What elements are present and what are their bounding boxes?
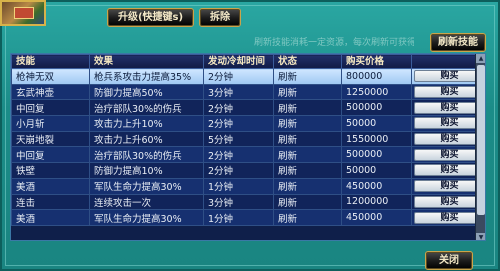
- header-effect: 效果: [89, 54, 204, 69]
- table-row[interactable]: 中回复 治疗部队30%的伤兵 2分钟 刷新 500000 购买: [11, 99, 485, 117]
- skill-name-cell: 枪神无双: [11, 68, 90, 85]
- scroll-down-arrow-icon[interactable]: ▼: [476, 233, 485, 240]
- skill-name-cell: 连击: [11, 193, 90, 211]
- remove-button[interactable]: 拆除: [199, 8, 241, 27]
- table-row[interactable]: 铁壁 防御力提高10% 2分钟 刷新 50000 购买: [11, 162, 485, 179]
- effect-cell: 防御力提高50%: [89, 83, 204, 101]
- refresh-hint-text: 刷新技能消耗一定资源，每次刷新可获得新技能: [254, 38, 414, 48]
- cooldown-cell: 2分钟: [203, 162, 274, 179]
- price-cell: 1250000: [341, 83, 412, 101]
- price-cell: 1200000: [341, 193, 412, 211]
- skill-table-panel: 技能 效果 发动冷却时间 状态 购买价格 枪神无双 枪兵系攻击力提高35% 2分钟刷…: [10, 53, 486, 241]
- skill-name-cell: 天崩地裂: [11, 130, 90, 148]
- table-scrollbar[interactable]: ▲ ▼: [475, 54, 485, 240]
- close-button[interactable]: 关闭: [425, 251, 473, 270]
- table-row[interactable]: 美酒 军队生命力提高30% 1分钟 刷新 450000 购买: [11, 209, 485, 226]
- header-status: 状态: [273, 54, 342, 69]
- cooldown-cell: 2分钟: [203, 68, 274, 85]
- effect-cell: 治疗部队30%的伤兵: [89, 99, 204, 117]
- effect-cell: 军队生命力提高30%: [89, 177, 204, 195]
- status-cell: 刷新: [273, 177, 342, 195]
- table-row[interactable]: 小月斩 攻击力上升10% 2分钟 刷新 50000 购买: [11, 115, 485, 132]
- cooldown-cell: 2分钟: [203, 146, 274, 164]
- table-row[interactable]: 玄武神壶 防御力提高50% 3分钟 刷新 1250000 购买: [11, 83, 485, 101]
- status-cell: 刷新: [273, 146, 342, 164]
- skill-name-cell: 中回复: [11, 99, 90, 117]
- price-cell: 50000: [341, 162, 412, 179]
- header-cooldown: 发动冷却时间: [203, 54, 274, 69]
- cooldown-cell: 5分钟: [203, 130, 274, 148]
- effect-cell: 军队生命力提高30%: [89, 209, 204, 226]
- cooldown-cell: 3分钟: [203, 193, 274, 211]
- price-cell: 450000: [341, 177, 412, 195]
- status-cell: 刷新: [273, 209, 342, 226]
- table-row[interactable]: 中回复 治疗部队30%的伤兵 2分钟 刷新 500000 购买: [11, 146, 485, 164]
- skill-name-cell: 美酒: [11, 177, 90, 195]
- status-cell: 刷新: [273, 193, 342, 211]
- status-cell: 刷新: [273, 83, 342, 101]
- status-cell: 刷新: [273, 130, 342, 148]
- cooldown-cell: 1分钟: [203, 177, 274, 195]
- header-skill: 技能: [11, 54, 90, 69]
- status-cell: 刷新: [273, 115, 342, 132]
- status-cell: 刷新: [273, 162, 342, 179]
- table-row[interactable]: 枪神无双 枪兵系攻击力提高35% 2分钟 刷新 800000 购买: [11, 68, 485, 85]
- effect-cell: 治疗部队30%的伤兵: [89, 146, 204, 164]
- refresh-skills-button[interactable]: 刷新技能: [430, 33, 486, 52]
- skill-name-cell: 小月斩: [11, 115, 90, 132]
- upgrade-button[interactable]: 升级(快捷键s): [107, 8, 194, 27]
- effect-cell: 枪兵系攻击力提高35%: [89, 68, 204, 85]
- effect-cell: 防御力提高10%: [89, 162, 204, 179]
- table-row[interactable]: 天崩地裂 攻击力上升60% 5分钟 刷新 1550000 购买: [11, 130, 485, 148]
- cooldown-cell: 1分钟: [203, 209, 274, 226]
- cooldown-cell: 2分钟: [203, 115, 274, 132]
- effect-cell: 攻击力上升60%: [89, 130, 204, 148]
- header-price: 购买价格: [341, 54, 412, 69]
- skill-name-cell: 铁壁: [11, 162, 90, 179]
- table-row[interactable]: 连击 连续攻击一次 3分钟 刷新 1200000 购买: [11, 193, 485, 211]
- table-row[interactable]: 美酒 军队生命力提高30% 1分钟 刷新 450000 购买: [11, 177, 485, 195]
- price-cell: 500000: [341, 99, 412, 117]
- building-thumbnail: [0, 0, 46, 26]
- scroll-thumb[interactable]: [477, 65, 485, 215]
- price-cell: 1550000: [341, 130, 412, 148]
- skill-name-cell: 美酒: [11, 209, 90, 226]
- skill-name-cell: 玄武神壶: [11, 83, 90, 101]
- price-cell: 500000: [341, 146, 412, 164]
- effect-cell: 连续攻击一次: [89, 193, 204, 211]
- effect-cell: 攻击力上升10%: [89, 115, 204, 132]
- price-cell: 50000: [341, 115, 412, 132]
- skill-name-cell: 中回复: [11, 146, 90, 164]
- cooldown-cell: 3分钟: [203, 83, 274, 101]
- table-header-row: 技能 效果 发动冷却时间 状态 购买价格: [11, 54, 485, 69]
- price-cell: 450000: [341, 209, 412, 226]
- cooldown-cell: 2分钟: [203, 99, 274, 117]
- skill-table: 技能 效果 发动冷却时间 状态 购买价格 枪神无双 枪兵系攻击力提高35% 2分钟刷…: [11, 54, 485, 226]
- price-cell: 800000: [341, 68, 412, 85]
- scroll-up-arrow-icon[interactable]: ▲: [476, 54, 485, 63]
- status-cell: 刷新: [273, 99, 342, 117]
- status-cell: 刷新: [273, 68, 342, 85]
